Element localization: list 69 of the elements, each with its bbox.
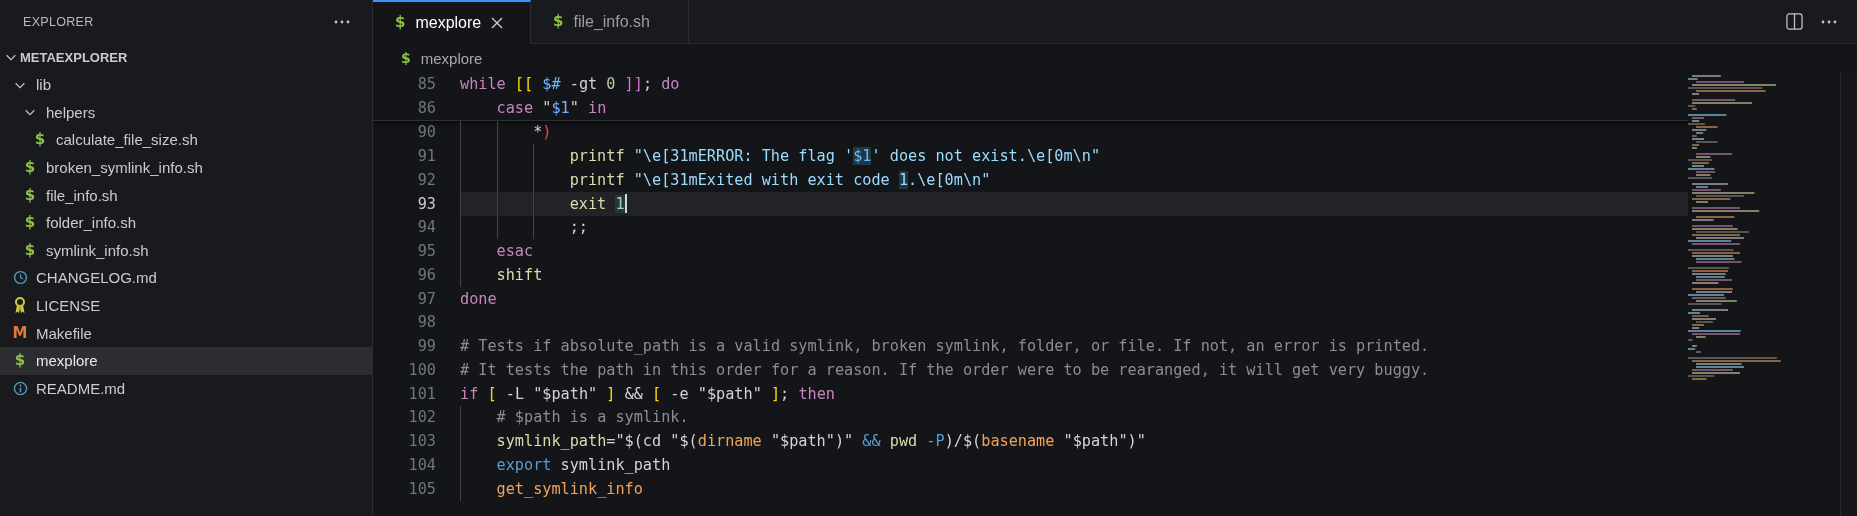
code-line: ;; bbox=[460, 215, 1688, 240]
line-number: 92 bbox=[416, 170, 437, 189]
line-number: 100 bbox=[407, 360, 437, 379]
ribbon-icon bbox=[14, 297, 26, 315]
file-item[interactable]: LICENSE bbox=[0, 291, 372, 320]
editor-tab[interactable]: $ file_info.sh bbox=[531, 0, 689, 44]
code-line: if [ -L "$path" ] && [ -e "$path" ]; then bbox=[460, 383, 836, 405]
sidebar-title: EXPLORER bbox=[23, 14, 94, 29]
split-editor-icon[interactable] bbox=[1786, 13, 1803, 30]
code-line: while [[ $# -gt 0 ]]; do bbox=[460, 73, 681, 95]
file-item[interactable]: $ broken_symlink_info.sh bbox=[0, 153, 372, 182]
file-item[interactable]: $ calculate_file_size.sh bbox=[0, 126, 372, 154]
file-type-icon: $ bbox=[395, 15, 406, 30]
code-line: printf "\e[31mERROR: The flag '$1' does not exist.\e[0m\n" bbox=[460, 144, 1688, 168]
code-line: done bbox=[460, 288, 498, 310]
line-number: 85 bbox=[416, 74, 437, 93]
file-item[interactable]: $ mexplore bbox=[0, 346, 372, 375]
file-item[interactable]: $ file_info.sh bbox=[0, 181, 372, 209]
editor-tab[interactable]: $ mexplore bbox=[373, 0, 531, 44]
info-icon bbox=[12, 380, 28, 396]
line-number: 97 bbox=[416, 289, 437, 308]
code-line: # $path is a symlink. bbox=[460, 405, 1688, 430]
line-number: 94 bbox=[416, 218, 437, 237]
line-number: 102 bbox=[407, 408, 437, 427]
folder-item[interactable]: helpers bbox=[0, 98, 372, 127]
line-number: 99 bbox=[416, 337, 437, 356]
text-cursor bbox=[624, 194, 627, 214]
file-item[interactable]: $ symlink_info.sh bbox=[0, 236, 372, 265]
code-line: symlink_path="$(cd "$(dirname "$path")" && pwd -P)/$(basename "$path")" bbox=[460, 429, 1688, 453]
file-type-icon: $ bbox=[24, 215, 36, 231]
code-line: printf "\e[31mExited with exit code 1.\e[0m\n" bbox=[460, 168, 1688, 192]
file-type-icon: $ bbox=[24, 160, 36, 176]
file-type-icon: $ bbox=[401, 51, 411, 65]
code-line: get_symlink_info bbox=[460, 476, 1688, 501]
workspace-header[interactable]: METAEXPLORER bbox=[0, 43, 372, 71]
line-number: 93 bbox=[416, 194, 437, 213]
code-line: # It tests the path in this order for a reason. If the order were to be rearanged, it will get very buggy. bbox=[460, 359, 1431, 381]
folder-item[interactable]: lib bbox=[0, 71, 372, 99]
line-number: 98 bbox=[416, 313, 437, 332]
line-number: 95 bbox=[416, 242, 437, 261]
file-item[interactable]: M Makefile bbox=[0, 319, 372, 347]
file-type-icon: $ bbox=[24, 187, 36, 203]
code-line: shift bbox=[460, 263, 1688, 287]
line-number: 96 bbox=[416, 265, 437, 284]
file-item[interactable]: README.md bbox=[0, 374, 372, 403]
breadcrumb-item[interactable]: mexplore bbox=[420, 49, 483, 67]
file-item[interactable]: CHANGELOG.md bbox=[0, 264, 372, 292]
file-type-icon: $ bbox=[553, 14, 564, 29]
code-line: case "$1" in bbox=[495, 97, 608, 119]
more-icon[interactable] bbox=[334, 19, 350, 24]
file-type-icon: M bbox=[12, 325, 28, 341]
code-line: export symlink_path bbox=[460, 453, 1688, 477]
line-number: 101 bbox=[407, 384, 437, 403]
line-number: 90 bbox=[416, 123, 437, 142]
line-number: 86 bbox=[416, 98, 437, 117]
code-line: esac bbox=[460, 239, 1688, 263]
close-icon[interactable] bbox=[491, 16, 504, 29]
code-line: # Tests if absolute_path is a valid symlink, broken symlink, folder, or file. If not, an error is printed. bbox=[460, 336, 1431, 358]
line-number: 105 bbox=[407, 479, 437, 498]
more-icon[interactable] bbox=[1821, 19, 1837, 24]
line-number: 91 bbox=[416, 147, 437, 166]
file-type-icon: $ bbox=[34, 132, 46, 148]
file-type-icon: $ bbox=[24, 242, 36, 258]
file-item[interactable]: $ folder_info.sh bbox=[0, 208, 372, 237]
clock-icon bbox=[12, 270, 28, 286]
code-line: *) bbox=[460, 120, 1688, 145]
line-number: 104 bbox=[407, 455, 437, 474]
file-type-icon: $ bbox=[14, 353, 26, 369]
line-number: 103 bbox=[407, 432, 437, 451]
